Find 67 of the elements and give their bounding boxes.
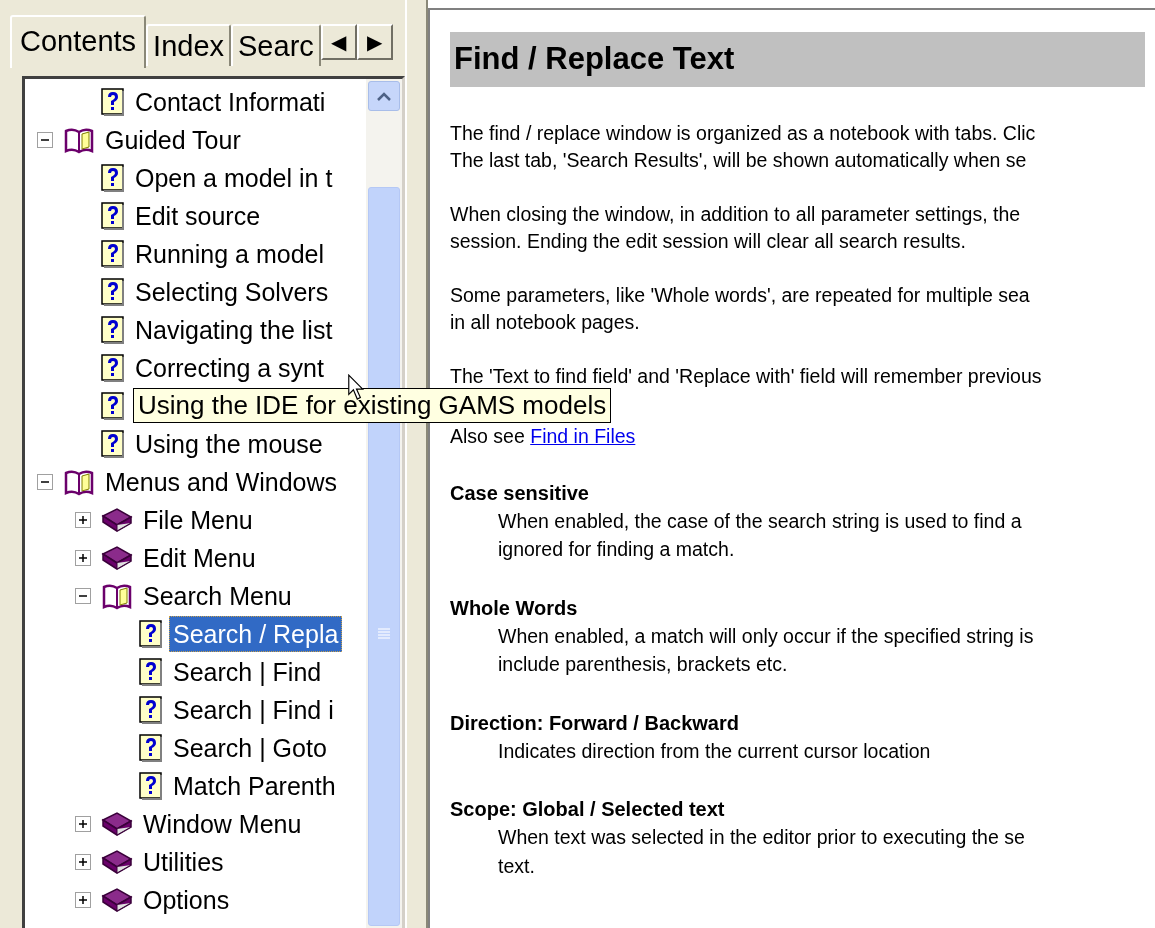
closed-book-icon [101,810,133,838]
open-book-icon [63,126,95,154]
tree-item[interactable]: Search | Find i [169,692,338,728]
help-page-icon [101,430,125,458]
description: When enabled, a match will only occur if the specified string is include parenthesis, brackets etc. [497,623,1035,677]
tab[interactable]: Index [146,24,232,66]
help-page-icon [101,240,125,268]
page-heading: Find / Replace Text [450,32,1145,87]
tree-item[interactable]: Edit source [131,198,265,234]
tab[interactable]: Contents [10,15,147,68]
help-page-icon [139,772,163,800]
term: Scope: Global / Selected text [450,797,726,822]
open-book-icon [101,582,133,610]
term: Whole Words [450,595,579,621]
tab[interactable]: Searc [231,24,321,66]
tree-item[interactable]: Guided Tour [101,122,245,158]
help-page-icon [139,658,163,686]
term: Case sensitive [450,480,590,506]
closed-book-icon [101,544,133,572]
help-page-icon [101,164,125,192]
help-page-icon [101,316,125,344]
help-page-icon [139,734,163,762]
help-page-icon [101,354,125,382]
tree-item[interactable]: Options [139,882,234,918]
tree-item[interactable]: Match Parenth [169,768,340,804]
caret-icon [377,91,391,101]
help-page-icon [101,392,125,420]
link[interactable]: Find in Files [530,424,636,447]
closed-book-icon [101,886,133,914]
term: Direction: Forward / Backward [450,710,740,736]
tree-item[interactable]: Utilities [139,844,228,880]
paragraph: When closing the window, in addition to all parameter settings, the session. Ending the edit session will clear all search results. [450,201,1022,254]
tree-item[interactable]: Running a model [131,236,328,272]
tree-item[interactable]: Search | Goto [169,730,331,766]
tab-scroll-button[interactable]: ◀ [320,24,357,60]
tree-item[interactable]: Window Menu [139,806,306,842]
tree-item[interactable]: Menus and Windows [101,464,342,500]
tooltip: Using the IDE for existing GAMS models [133,388,612,423]
tree-item[interactable]: Using the mouse [131,426,327,462]
tree-item[interactable]: Correcting a synt [131,350,328,386]
description: When enabled, the case of the search string is used to find a ignored for finding a match. [497,508,1023,562]
closed-book-icon [101,506,133,534]
tree-item[interactable]: Contact Informati [131,84,330,120]
help-page-icon [101,202,125,230]
tree-item[interactable]: Search | Find [169,654,326,690]
tab-scroll-button[interactable]: ▶ [356,24,393,60]
help-page-icon [101,88,125,116]
help-page-icon [101,278,125,306]
tree-item[interactable]: Selecting Solvers [131,274,333,310]
tree-item[interactable]: Search Menu [139,578,296,614]
open-book-icon [63,468,95,496]
paragraph: Some parameters, like 'Whole words', are repeated for multiple sea in all notebook pages. [450,282,1031,335]
tree-item[interactable]: Search / Repla [169,616,343,652]
help-page-icon [139,696,163,724]
scroll-up-button[interactable] [368,81,400,111]
paragraph: The 'Text to find field' and 'Replace with' field will remember previous [450,363,1043,389]
see-also-text: Also see [450,424,526,447]
tree-item[interactable]: File Menu [139,502,257,538]
description: Indicates direction from the current cursor location [497,738,932,764]
tree-item[interactable]: Navigating the list [131,312,337,348]
closed-book-icon [101,848,133,876]
tree-item[interactable]: Edit Menu [139,540,260,576]
tree-item[interactable]: Open a model in t [131,160,337,196]
grip-icon [377,628,391,640]
description: When text was selected in the editor prior to executing the se text. [497,825,1026,879]
paragraph: The find / replace window is organized as a notebook with tabs. Clic The last tab, 'Search Results', will be shown automatically when se [450,120,1037,173]
help-page-icon [139,620,163,648]
